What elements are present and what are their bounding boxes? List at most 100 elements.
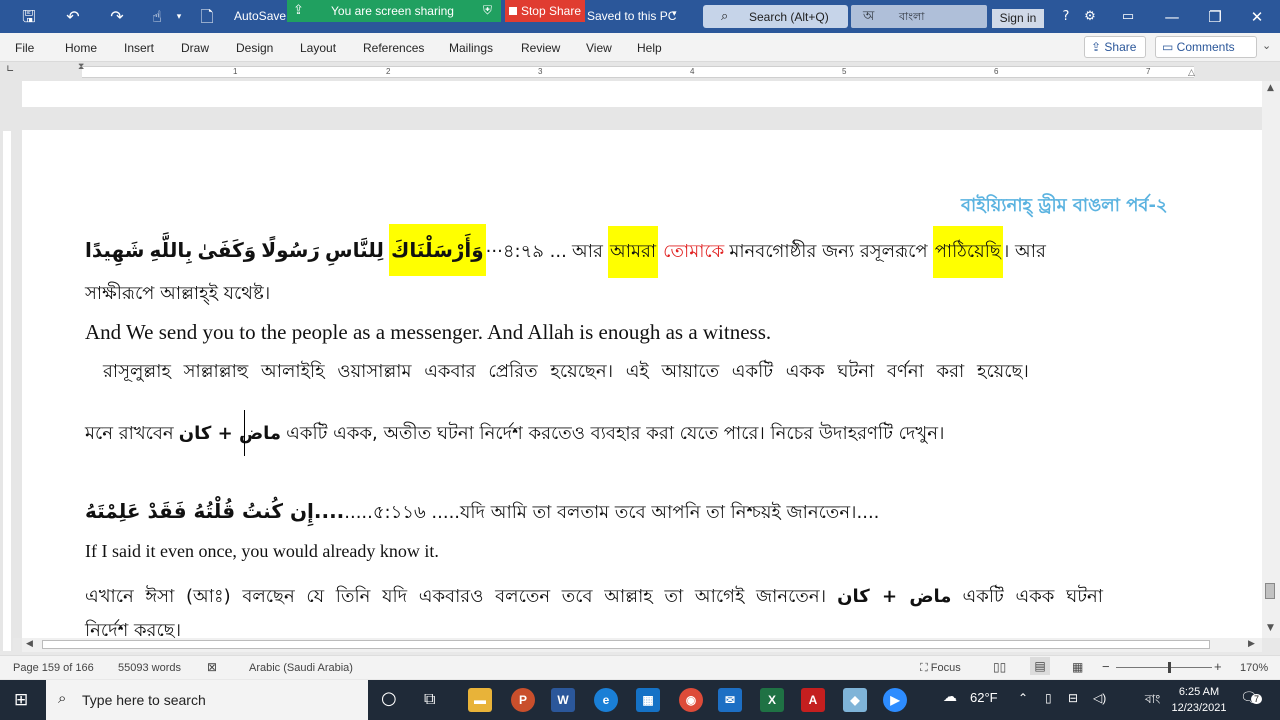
windows-start-icon[interactable]: ⊞ <box>14 690 28 710</box>
read-mode-icon[interactable]: ▯▯ <box>993 660 1006 674</box>
document-area[interactable]: বাইয়্যিনাহ্ ড্রীম বাঙলা পর্ব-২ شَهِيدًا… <box>13 81 1262 638</box>
verse1-line1[interactable]: شَهِيدًا بِاللَّهِ وَكَفَىٰ رَسُولًا لِل… <box>85 224 1046 278</box>
sign-in-button[interactable]: Sign in <box>992 9 1044 28</box>
menu-layout[interactable]: Layout <box>300 41 336 55</box>
taskbar-search-input[interactable]: ⌕ Type here to search <box>46 680 368 720</box>
file-explorer-icon[interactable]: ▬ <box>468 688 492 712</box>
share-button[interactable]: ⇪ Share <box>1084 36 1146 58</box>
focus-label: Focus <box>930 662 961 674</box>
weather-temperature[interactable]: 62°F <box>970 690 998 705</box>
zoom-out-icon[interactable]: − <box>1102 659 1110 674</box>
zoom-slider[interactable] <box>1116 667 1212 668</box>
word-count[interactable]: 55093 words <box>118 662 181 674</box>
word-icon[interactable]: W <box>551 688 575 712</box>
vertical-ruler[interactable] <box>0 81 13 651</box>
volume-icon[interactable]: ◁) <box>1093 691 1106 705</box>
save-icon[interactable]: 🖫 <box>18 6 40 28</box>
collapse-ribbon-icon[interactable]: ⌄ <box>1262 39 1271 52</box>
weather-icon[interactable]: ☁ <box>943 688 957 705</box>
powerpoint-icon[interactable]: P <box>511 688 535 712</box>
minimize-icon[interactable]: — <box>1160 6 1184 28</box>
vertical-scrollbar[interactable]: ▲ ▼ <box>1262 81 1280 638</box>
print-layout-icon[interactable]: ▤ <box>1030 657 1050 675</box>
menu-home[interactable]: Home <box>65 41 97 55</box>
ruler-track[interactable]: 1 2 3 4 5 6 7 <box>82 66 1194 78</box>
device-icon[interactable]: ▯ <box>1045 691 1052 705</box>
touch-mode-icon[interactable]: ☝ <box>146 6 168 28</box>
redo-icon[interactable]: ↷ <box>106 6 128 28</box>
menu-review[interactable]: Review <box>521 41 560 55</box>
scroll-left-icon[interactable]: ◀ <box>26 639 33 649</box>
search-input[interactable]: ⌕ Search (Alt+Q) <box>703 5 848 28</box>
tray-chevron-icon[interactable]: ⌃ <box>1018 691 1028 705</box>
clock[interactable]: 6:25 AM 12/23/2021 <box>1166 684 1232 716</box>
paragraph-3[interactable]: এখানে ঈসা (আঃ) বলছেন যে তিনি যদি একবারও … <box>85 582 1103 613</box>
save-status[interactable]: Saved to this PC <box>587 9 676 23</box>
menu-view[interactable]: View <box>586 41 612 55</box>
page-count[interactable]: Page 159 of 166 <box>13 662 94 674</box>
settings-icon[interactable]: ⚙ <box>1078 6 1102 28</box>
screen-sharing-banner: ⇪ You are screen sharing ⛨ <box>287 0 501 22</box>
indent-marker-icon[interactable]: ⧗ <box>78 62 84 72</box>
verse1-line2[interactable]: সাক্ষীরূপে আল্লাহ্‌ই যথেষ্ট। <box>85 279 270 310</box>
language-status[interactable]: Arabic (Saudi Arabia) <box>249 662 353 674</box>
ruler-number: 6 <box>994 67 999 76</box>
stop-icon <box>508 7 517 15</box>
network-icon[interactable]: ⊟ <box>1068 691 1078 705</box>
menu-help[interactable]: Help <box>637 41 662 55</box>
proofing-icon[interactable]: ⊠ <box>207 660 217 674</box>
zoom-in-icon[interactable]: + <box>1214 659 1222 674</box>
menu-references[interactable]: References <box>363 41 424 55</box>
verse1-english-translation[interactable]: And We send you to the people as a messe… <box>85 320 771 345</box>
verse2-line[interactable]: ....إِن كُنتُ قُلْتُهُ فَقَدْ عَلِمْتَهُ… <box>85 498 879 529</box>
edge-icon[interactable]: e <box>594 688 618 712</box>
customize-chevron-icon[interactable]: ▾ <box>168 6 190 28</box>
focus-button[interactable]: ⛶ Focus <box>920 662 961 675</box>
menu-design[interactable]: Design <box>236 41 273 55</box>
input-language[interactable]: বাং <box>1145 691 1160 711</box>
horizontal-ruler[interactable]: ∟ 1 2 3 4 5 6 7 ⧗ △ <box>0 62 1280 81</box>
tab-selector-icon[interactable]: ∟ <box>6 64 14 75</box>
store-icon[interactable]: ▦ <box>636 688 660 712</box>
autosave-toggle[interactable]: AutoSave <box>234 9 286 23</box>
focus-icon: ⛶ <box>920 662 931 674</box>
vertical-scroll-thumb[interactable] <box>1265 583 1275 599</box>
chrome-icon[interactable]: ◉ <box>679 688 703 712</box>
paragraph-1[interactable]: রাসূলুল্লাহ সাল্লাল্লাহু আলাইহি ওয়াসাল্… <box>103 357 1029 388</box>
right-indent-marker-icon[interactable]: △ <box>1188 68 1195 78</box>
scroll-up-icon[interactable]: ▲ <box>1267 83 1274 93</box>
verse2-english-translation[interactable]: If I said it even once, you would alread… <box>85 541 439 562</box>
web-layout-icon[interactable]: ▦ <box>1072 660 1083 674</box>
keyboard-icon: অ <box>863 9 875 24</box>
ribbon-display-icon[interactable]: ▭ <box>1116 6 1140 28</box>
stop-share-button[interactable]: Stop Share <box>505 0 585 22</box>
ruler-number: 4 <box>690 67 695 76</box>
task-view-icon[interactable]: ⧉ <box>424 689 435 709</box>
scroll-right-icon[interactable]: ▶ <box>1248 639 1255 649</box>
paragraph-2[interactable]: মনে রাখবেন ماض + كان একটি একক, অতীত ঘটনা… <box>85 419 944 450</box>
zoom-app-icon[interactable]: ▶ <box>883 688 907 712</box>
scroll-down-icon[interactable]: ▼ <box>1267 623 1274 633</box>
close-icon[interactable]: ✕ <box>1245 6 1269 28</box>
menu-mailings[interactable]: Mailings <box>449 41 493 55</box>
undo-icon[interactable]: ↶ <box>62 6 84 28</box>
horizontal-scroll-thumb[interactable] <box>42 640 1210 649</box>
comments-button[interactable]: ▭ Comments <box>1155 36 1257 58</box>
mail-icon[interactable]: ✉ <box>718 688 742 712</box>
help-icon[interactable]: ? <box>1054 6 1078 28</box>
horizontal-scrollbar[interactable]: ◀ ▶ <box>22 638 1262 652</box>
menu-insert[interactable]: Insert <box>124 41 154 55</box>
excel-icon[interactable]: X <box>760 688 784 712</box>
app-icon[interactable]: ◆ <box>843 688 867 712</box>
zoom-level[interactable]: 170% <box>1240 662 1268 674</box>
restore-icon[interactable]: ❐ <box>1203 6 1227 28</box>
acrobat-icon[interactable]: A <box>801 688 825 712</box>
menu-file[interactable]: File <box>15 41 34 55</box>
new-document-icon[interactable]: 🗋 <box>196 6 218 28</box>
paragraph-3-line2[interactable]: নির্দেশ করছে। <box>85 616 181 638</box>
zoom-slider-thumb[interactable] <box>1168 662 1171 673</box>
save-status-chevron-icon[interactable]: ▾ <box>672 9 677 19</box>
language-button[interactable]: অ বাংলা <box>851 5 987 28</box>
cortana-icon[interactable]: ○ <box>381 688 397 709</box>
menu-draw[interactable]: Draw <box>181 41 209 55</box>
